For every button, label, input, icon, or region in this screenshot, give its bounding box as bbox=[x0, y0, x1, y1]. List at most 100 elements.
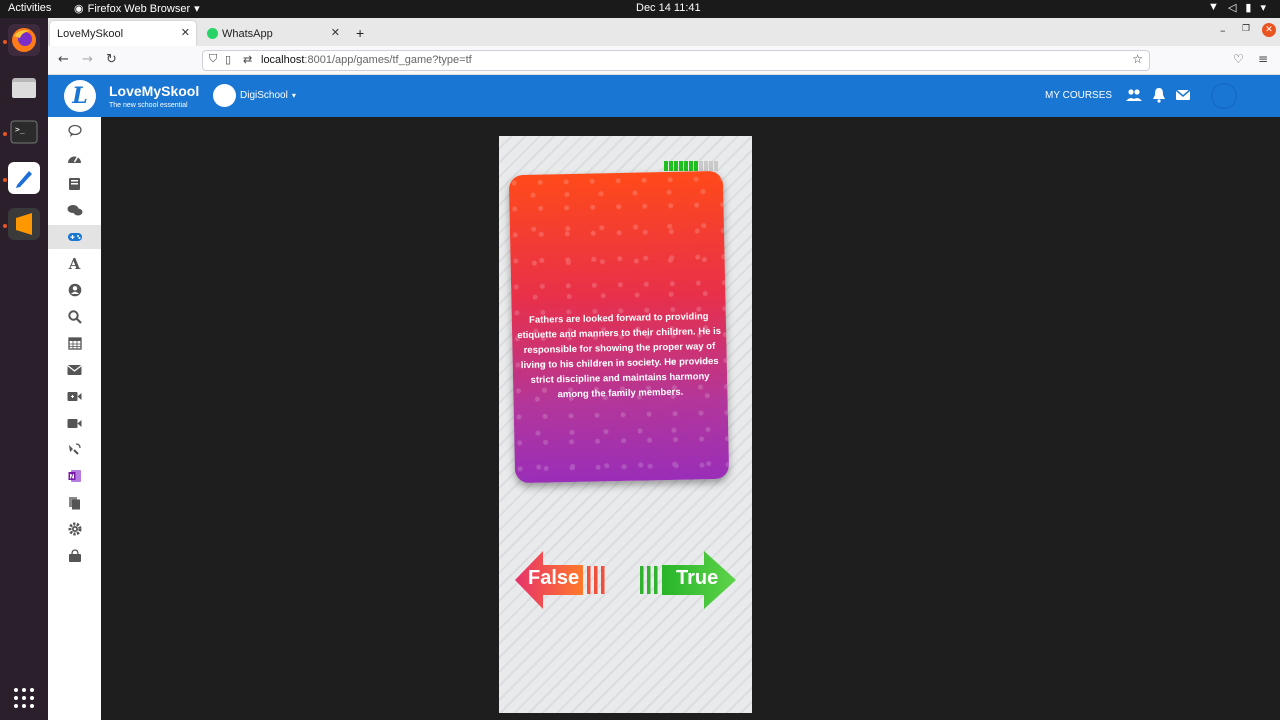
brand-tagline: The new school essential bbox=[109, 102, 188, 109]
close-tab-icon[interactable]: ✕ bbox=[331, 26, 340, 39]
sublime-text-icon[interactable] bbox=[8, 208, 40, 240]
system-top-bar: Activities ◉ Firefox Web Browser ▾ Dec 1… bbox=[0, 0, 1280, 18]
address-bar[interactable]: ⛉ ▯ ⇄ localhost:8001/app/games/tf_game?t… bbox=[202, 50, 1150, 71]
url-path: :8001/app/games/tf_game?type=tf bbox=[304, 54, 472, 66]
user-avatar[interactable] bbox=[1211, 83, 1237, 109]
show-apps-grid-icon[interactable] bbox=[8, 682, 40, 714]
back-button[interactable]: ← bbox=[58, 52, 69, 67]
svg-text:N: N bbox=[69, 474, 74, 481]
activities-button[interactable]: Activities bbox=[8, 2, 51, 14]
new-tab-button[interactable]: + bbox=[352, 20, 372, 45]
sidebar-item-mail[interactable] bbox=[48, 358, 101, 382]
firefox-small-icon: ◉ bbox=[74, 3, 84, 15]
power-menu-icon: ▾ bbox=[1260, 2, 1266, 14]
text-editor-icon[interactable] bbox=[8, 162, 40, 194]
tab-label: WhatsApp bbox=[222, 27, 273, 40]
sidebar-item-language[interactable]: A bbox=[48, 252, 101, 276]
satellite-icon bbox=[69, 443, 81, 455]
forward-button[interactable]: → bbox=[82, 52, 93, 67]
search-icon bbox=[67, 310, 82, 324]
forum-icon bbox=[67, 205, 82, 216]
close-window-icon[interactable]: ✕ bbox=[1262, 23, 1276, 37]
sidebar-item-forum[interactable] bbox=[48, 199, 101, 223]
progress-segment bbox=[689, 161, 693, 171]
dock: >_ bbox=[0, 18, 48, 720]
progress-segment bbox=[704, 161, 708, 171]
progress-segment bbox=[674, 161, 678, 171]
caret-down-icon: ▾ bbox=[194, 3, 200, 15]
false-button[interactable]: False bbox=[513, 550, 611, 610]
sidebar-item-video-call[interactable] bbox=[48, 384, 101, 408]
minimize-icon[interactable]: – bbox=[1220, 24, 1226, 37]
calendar-icon bbox=[67, 337, 82, 350]
sidebar-item-live-class[interactable] bbox=[48, 411, 101, 435]
bookmark-star-icon[interactable]: ☆ bbox=[1132, 52, 1143, 66]
sidebar-item-courses[interactable] bbox=[48, 172, 101, 196]
shield-icon[interactable]: ⛉ bbox=[209, 53, 217, 66]
app-logo[interactable]: L bbox=[64, 80, 96, 112]
school-name: DigiSchool bbox=[240, 90, 288, 101]
progress-segment bbox=[669, 161, 673, 171]
permissions-icon[interactable]: ⇄ bbox=[243, 53, 252, 66]
sidebar-item-notebook[interactable]: N bbox=[48, 464, 101, 488]
running-indicator bbox=[3, 178, 7, 182]
video-camera-icon bbox=[67, 418, 82, 428]
sidebar-item-shop[interactable] bbox=[48, 544, 101, 568]
page-icon[interactable]: ▯ bbox=[225, 53, 231, 66]
mail-icon[interactable] bbox=[1175, 87, 1191, 103]
gamepad-icon bbox=[67, 233, 82, 241]
mail-icon bbox=[67, 365, 82, 375]
wifi-icon: ▼ bbox=[1208, 1, 1219, 13]
bell-icon[interactable] bbox=[1151, 87, 1167, 103]
sidebar-item-calendar[interactable] bbox=[48, 331, 101, 355]
settings-icon bbox=[68, 522, 81, 536]
restore-icon[interactable]: ❐ bbox=[1242, 24, 1250, 34]
my-courses-link[interactable]: MY COURSES bbox=[1045, 90, 1112, 101]
progress-segment bbox=[684, 161, 688, 171]
dashboard-icon bbox=[68, 155, 81, 163]
pocket-icon[interactable]: ♡ bbox=[1233, 52, 1244, 66]
onenote-icon: N bbox=[68, 470, 81, 482]
menu-hamburger-icon[interactable]: ≡ bbox=[1258, 52, 1268, 66]
firefox-icon[interactable] bbox=[8, 24, 40, 56]
shop-bag-icon bbox=[68, 549, 81, 562]
terminal-icon[interactable]: >_ bbox=[8, 116, 40, 148]
sidebar-item-documents[interactable] bbox=[48, 491, 101, 515]
reload-button[interactable]: ↻ bbox=[106, 52, 117, 67]
tab-lovemyskool[interactable]: LoveMySkool ✕ bbox=[50, 21, 196, 46]
school-selector[interactable]: DigiSchool ▾ bbox=[213, 84, 296, 107]
browser-nav-bar: ← → ↻ ⛉ ▯ ⇄ localhost:8001/app/games/tf_… bbox=[48, 46, 1280, 75]
book-icon bbox=[69, 178, 80, 190]
true-button[interactable]: True bbox=[640, 550, 738, 610]
false-label: False bbox=[528, 567, 580, 589]
svg-text:>_: >_ bbox=[15, 125, 25, 134]
running-indicator bbox=[3, 224, 7, 228]
app-menu[interactable]: ◉ Firefox Web Browser ▾ bbox=[74, 2, 200, 16]
system-tray[interactable]: ▼ ◁ ▮ ▾ bbox=[1208, 1, 1266, 14]
progress-segment bbox=[664, 161, 668, 171]
clock[interactable]: Dec 14 11:41 bbox=[636, 2, 701, 14]
tab-whatsapp[interactable]: WhatsApp ✕ bbox=[200, 21, 346, 46]
sidebar-item-search[interactable] bbox=[48, 305, 101, 329]
app-menu-label: Firefox Web Browser bbox=[87, 2, 191, 15]
brand-name[interactable]: LoveMySkool bbox=[109, 83, 199, 99]
url-text: localhost:8001/app/games/tf_game?type=tf bbox=[261, 54, 472, 66]
sidebar-item-profile[interactable] bbox=[48, 278, 101, 302]
progress-segment bbox=[699, 161, 703, 171]
true-false-game-panel: Fathers are looked forward to providing … bbox=[499, 136, 752, 713]
close-tab-icon[interactable]: ✕ bbox=[181, 26, 190, 39]
running-indicator bbox=[3, 40, 7, 44]
sidebar-item-settings[interactable] bbox=[48, 517, 101, 541]
sidebar-item-broadcast[interactable] bbox=[48, 437, 101, 461]
video-call-icon bbox=[67, 391, 82, 401]
sidebar-item-chat[interactable] bbox=[48, 119, 101, 143]
caret-down-icon: ▾ bbox=[291, 91, 296, 100]
files-icon[interactable] bbox=[8, 72, 40, 104]
user-circle-icon bbox=[68, 283, 81, 297]
sidebar-item-games[interactable] bbox=[48, 225, 101, 249]
running-indicator bbox=[3, 132, 7, 136]
statement-card[interactable]: Fathers are looked forward to providing … bbox=[508, 170, 730, 484]
tab-label: LoveMySkool bbox=[57, 27, 124, 40]
sidebar-item-dashboard[interactable] bbox=[48, 146, 101, 170]
people-icon[interactable] bbox=[1126, 87, 1142, 103]
